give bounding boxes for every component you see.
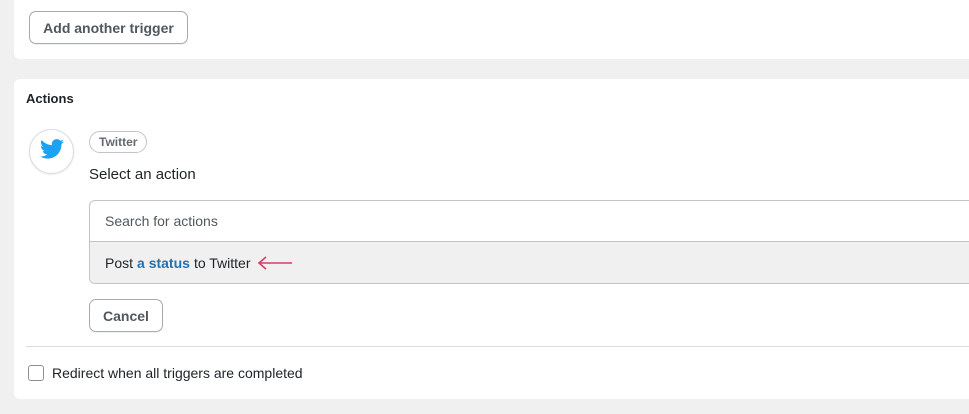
- triggers-card: Add another trigger: [14, 0, 969, 59]
- add-trigger-button[interactable]: Add another trigger: [29, 11, 188, 44]
- actions-card: Actions Twitter Select an action Search …: [14, 79, 969, 399]
- select-action-label: Select an action: [89, 166, 196, 183]
- cancel-button[interactable]: Cancel: [89, 299, 163, 332]
- action-search-input[interactable]: Search for actions: [90, 201, 969, 242]
- action-option-post-status[interactable]: Post a status to Twitter: [90, 242, 969, 283]
- divider: [26, 346, 969, 347]
- integration-chip: Twitter: [89, 131, 148, 153]
- arrow-left-icon: [257, 256, 293, 270]
- integration-avatar: [29, 129, 74, 174]
- actions-section-title: Actions: [26, 91, 74, 106]
- option-highlight: a status: [137, 255, 190, 271]
- redirect-checkbox[interactable]: [28, 365, 44, 381]
- option-suffix: to Twitter: [193, 255, 251, 271]
- redirect-label: Redirect when all triggers are completed: [52, 365, 303, 381]
- twitter-bird-icon: [39, 139, 64, 164]
- redirect-option[interactable]: Redirect when all triggers are completed: [28, 365, 303, 381]
- option-prefix: Post: [105, 255, 134, 271]
- action-picker: Search for actions Post a status to Twit…: [89, 200, 969, 284]
